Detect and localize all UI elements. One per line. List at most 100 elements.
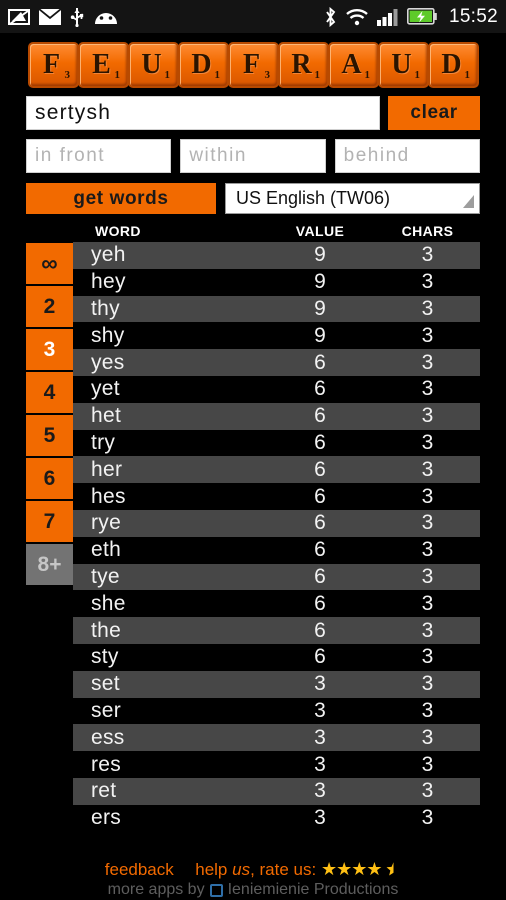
footer: feedback help us, rate us: ★★★★ more app…	[0, 859, 506, 900]
android-head-icon	[93, 9, 119, 25]
logo-tile-letter: A	[341, 49, 362, 80]
cell-value: 9	[314, 296, 326, 320]
rating-half-star-icon[interactable]	[382, 860, 402, 879]
cell-chars: 3	[421, 752, 434, 776]
logo-tile: A1	[328, 42, 379, 88]
length-filter-5[interactable]: 5	[26, 415, 73, 456]
table-row[interactable]: shy 9 3	[73, 322, 480, 349]
logo-tile: F3	[28, 42, 79, 88]
logo-tile-letter: U	[391, 49, 412, 80]
table-row[interactable]: eth 6 3	[73, 537, 480, 564]
table-row[interactable]: tye 6 3	[73, 563, 480, 591]
dictionary-select-value: US English (TW06)	[236, 188, 391, 208]
more-apps-label[interactable]: more apps by	[108, 881, 205, 899]
footer-brand-line: more apps by Ieniemienie Productions	[0, 881, 506, 899]
cell-value: 6	[314, 591, 326, 615]
cell-value: 3	[314, 752, 326, 776]
help-link[interactable]: help	[195, 860, 227, 879]
table-row[interactable]: hey 9 3	[73, 269, 480, 296]
cell-chars: 3	[421, 243, 434, 267]
footer-links: feedback help us, rate us: ★★★★	[0, 859, 506, 880]
table-row[interactable]: ret 3 3	[73, 777, 480, 805]
length-filter-4[interactable]: 4	[26, 372, 73, 413]
cell-value: 6	[314, 350, 326, 374]
brand-name[interactable]: Ieniemienie Productions	[228, 881, 399, 899]
logo-tile-points: 1	[164, 69, 171, 81]
word-list: yeh 9 3 hey 9 3 thy 9 3 shy 9 3 yes 6 3 yet 6 3 het 6 3 try 6 3…	[73, 242, 480, 832]
table-row[interactable]: yeh 9 3	[73, 242, 480, 269]
cell-value: 3	[314, 672, 326, 696]
table-row[interactable]: try 6 3	[73, 430, 480, 457]
cell-chars: 3	[421, 779, 434, 803]
bluetooth-icon	[324, 6, 337, 27]
length-filter-6[interactable]: 6	[26, 458, 73, 499]
table-row[interactable]: hes 6 3	[73, 483, 480, 510]
cell-word: ser	[91, 698, 122, 722]
help-us-link[interactable]: us	[232, 860, 250, 879]
status-bar-right-icons: 15:52	[324, 6, 498, 28]
letters-input[interactable]	[26, 96, 381, 130]
cell-value: 6	[314, 618, 326, 642]
table-row[interactable]: res 3 3	[73, 751, 480, 778]
rating-stars[interactable]: ★★★★	[321, 859, 383, 879]
table-row[interactable]: the 6 3	[73, 617, 480, 644]
table-row[interactable]: rye 6 3	[73, 509, 480, 537]
table-row[interactable]: ser 3 3	[73, 698, 480, 725]
behind-input[interactable]	[334, 139, 480, 173]
length-filter-2[interactable]: 2	[26, 286, 73, 327]
get-words-button[interactable]: get words	[26, 183, 216, 214]
cell-chars: 3	[421, 377, 434, 401]
cell-value: 6	[314, 564, 326, 588]
clear-button[interactable]: clear	[388, 96, 480, 130]
search-form: clear get words US English (TW06)	[0, 91, 506, 214]
cell-word: she	[91, 591, 126, 615]
in-front-input[interactable]	[26, 139, 172, 173]
dictionary-select[interactable]: US English (TW06)	[225, 183, 480, 214]
logo-tile-points: 1	[114, 69, 121, 81]
header-spacer	[26, 223, 79, 239]
table-row[interactable]: het 6 3	[73, 402, 480, 430]
cell-word: ret	[91, 779, 117, 803]
cell-chars: 3	[421, 672, 434, 696]
cell-value: 6	[314, 484, 326, 508]
cell-word: ess	[91, 725, 125, 749]
table-row[interactable]: yet 6 3	[73, 376, 480, 403]
cell-word: eth	[91, 538, 122, 562]
table-row[interactable]: she 6 3	[73, 590, 480, 617]
logo-tile-points: 1	[414, 69, 421, 81]
logo-tile: F3	[228, 42, 279, 88]
cell-value: 6	[314, 430, 326, 454]
cell-value: 9	[314, 243, 326, 267]
logo-tile: D1	[178, 42, 229, 88]
cell-chars: 3	[421, 350, 434, 374]
table-row[interactable]: her 6 3	[73, 456, 480, 484]
within-input[interactable]	[180, 139, 326, 173]
table-row[interactable]: ess 3 3	[73, 724, 480, 752]
logo-tile-letter: E	[92, 49, 111, 80]
logo-tile-row: F3E1U1D1F3R1A1U1D1	[28, 42, 479, 88]
cell-value: 3	[314, 779, 326, 803]
logo-tile-letter: U	[141, 49, 162, 80]
length-filter-7[interactable]: 7	[26, 501, 73, 542]
cell-chars: 3	[421, 296, 434, 320]
logo-tile-points: 3	[264, 69, 271, 81]
rate-us-label: , rate us:	[250, 860, 317, 879]
table-row[interactable]: ers 3 3	[73, 805, 480, 832]
cell-chars: 3	[421, 430, 434, 454]
length-filter-3[interactable]: 3	[26, 329, 73, 370]
length-filter-any[interactable]: ∞	[26, 243, 73, 284]
cell-word: the	[91, 618, 122, 642]
table-row[interactable]: sty 6 3	[73, 644, 480, 671]
status-bar-left-icons	[8, 7, 119, 27]
table-row[interactable]: thy 9 3	[73, 295, 480, 323]
logo-tile-points: 1	[214, 69, 221, 81]
cell-value: 6	[314, 404, 326, 428]
table-row[interactable]: yes 6 3	[73, 349, 480, 376]
feedback-link[interactable]: feedback	[105, 860, 174, 879]
cell-chars: 3	[421, 484, 434, 508]
signal-icon	[376, 8, 399, 26]
table-row[interactable]: set 3 3	[73, 670, 480, 698]
brand-logo-icon	[209, 883, 223, 897]
cell-chars: 3	[421, 564, 434, 588]
action-row: get words US English (TW06)	[26, 183, 480, 214]
